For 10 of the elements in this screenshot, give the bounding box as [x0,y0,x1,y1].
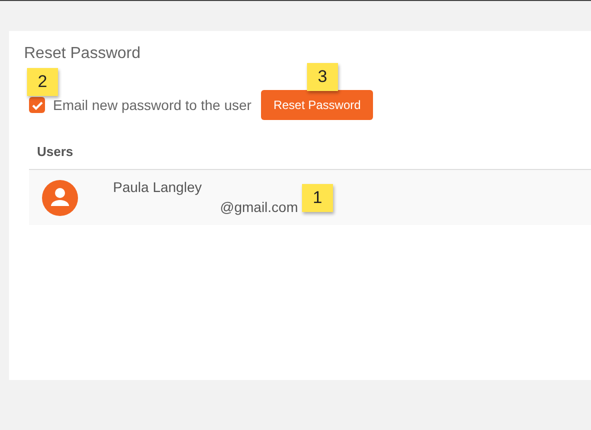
user-avatar-icon [42,180,78,216]
checkbox[interactable] [29,97,45,113]
callout-note: 2 [27,68,58,96]
callout-note: 3 [307,63,338,91]
checkbox-label: Email new password to the user [53,97,252,113]
callout-note: 1 [302,184,333,212]
user-email: @gmail.com [220,198,298,214]
panel-title: Reset Password [24,45,142,63]
user-name: Paula Langley [113,178,203,194]
checkmark-icon [32,100,42,110]
